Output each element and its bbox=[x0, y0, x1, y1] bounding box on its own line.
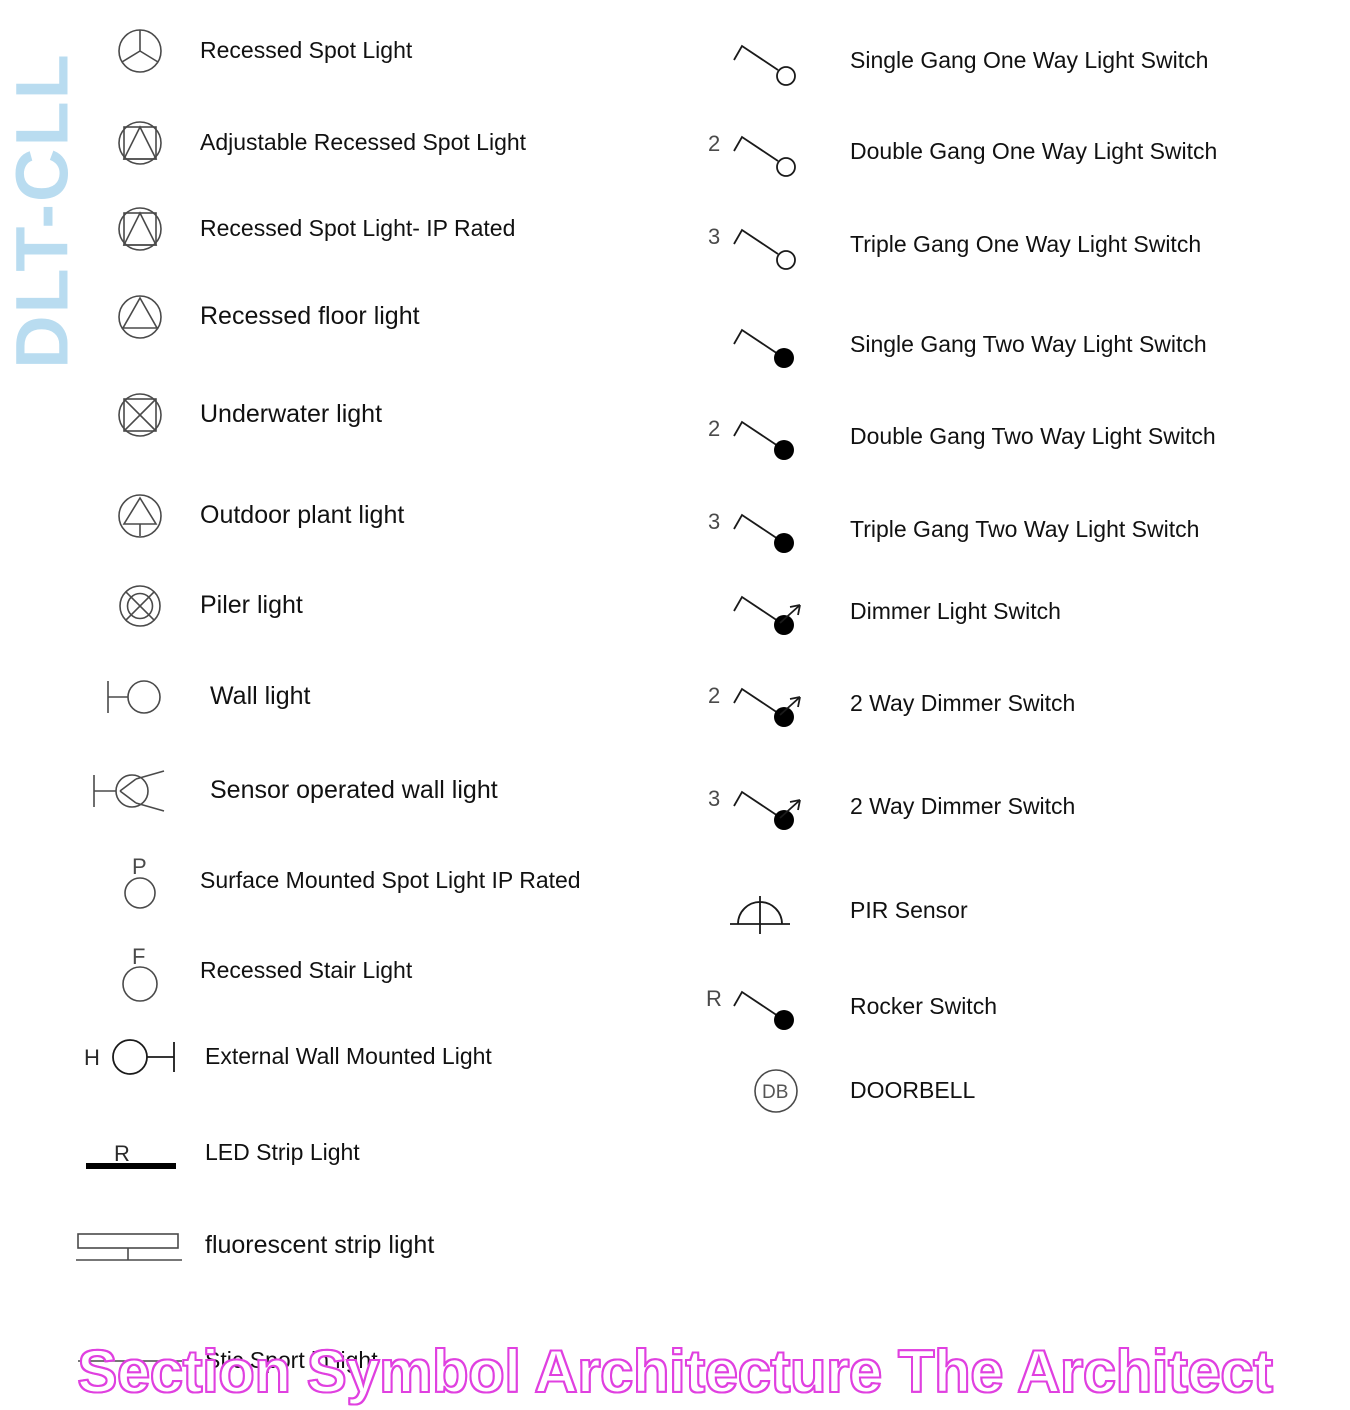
legend-label: LED Strip Light bbox=[205, 1139, 360, 1166]
legend-label: Wall light bbox=[210, 682, 311, 711]
legend-row: Recessed Spot Light bbox=[80, 2, 412, 100]
legend-label: Surface Mounted Spot Light IP Rated bbox=[200, 867, 581, 894]
pir-dome-icon bbox=[700, 862, 850, 960]
symbol-letter: H bbox=[84, 1045, 100, 1070]
switch-gang-label: 3 bbox=[708, 786, 720, 811]
legend-label: PIR Sensor bbox=[850, 897, 968, 924]
legend-label: Adjustable Recessed Spot Light bbox=[200, 129, 527, 156]
switch-gang-label: R bbox=[706, 986, 722, 1011]
thick-bar-r-icon: R bbox=[55, 1104, 205, 1202]
obscured-legend-row: Stic Sport in light bbox=[0, 1330, 378, 1390]
wall-bracket-circle-icon bbox=[60, 648, 210, 746]
legend-label: Double Gang One Way Light Switch bbox=[850, 138, 1218, 165]
legend-label: Single Gang One Way Light Switch bbox=[850, 47, 1209, 74]
switch-gang-label: 3 bbox=[708, 224, 720, 249]
legend-row: 3 2 Way Dimmer Switch bbox=[700, 758, 1075, 856]
legend-row: F Recessed Stair Light bbox=[80, 922, 412, 1020]
legend-row: 2 Double Gang One Way Light Switch bbox=[700, 103, 1217, 201]
legend-row: Sensor operated wall light bbox=[60, 742, 498, 840]
switch-gang-label: 2 bbox=[708, 416, 720, 441]
circle-cross-inner-circle-icon bbox=[80, 557, 200, 655]
switch-dimmer-icon bbox=[700, 563, 850, 661]
legend-label: Piler light bbox=[200, 591, 303, 620]
symbols-legend-page: DLT-CLL Recessed Spot Light Adjustable R… bbox=[0, 0, 1350, 1410]
legend-label: Underwater light bbox=[200, 400, 383, 429]
legend-label: 2 Way Dimmer Switch bbox=[850, 793, 1076, 820]
legend-row: Recessed Spot Light- IP Rated bbox=[80, 180, 515, 278]
wall-bracket-sensor-icon bbox=[60, 742, 210, 840]
legend-row: Piler light bbox=[80, 557, 303, 655]
legend-row: DB DOORBELL bbox=[700, 1042, 975, 1140]
legend-row: 2 2 Way Dimmer Switch bbox=[700, 655, 1075, 753]
symbol-letter: F bbox=[132, 944, 145, 969]
obscured-strip-icon bbox=[55, 1311, 205, 1409]
legend-label: Recessed Stair Light bbox=[200, 957, 413, 984]
legend-row: 2 Double Gang Two Way Light Switch bbox=[700, 388, 1216, 486]
switch-open-icon: 2 bbox=[700, 103, 850, 201]
legend-label: Double Gang Two Way Light Switch bbox=[850, 423, 1216, 450]
circle-square-triangle-icon bbox=[80, 180, 200, 278]
h-circle-bar-icon: H bbox=[55, 1008, 205, 1106]
legend-label: Recessed floor light bbox=[200, 302, 420, 331]
legend-row: Outdoor plant light bbox=[80, 467, 404, 565]
doorbell-inner-label: DB bbox=[762, 1082, 788, 1103]
circle-triangle-icon bbox=[80, 268, 200, 366]
circle-square-triangle-icon bbox=[80, 94, 200, 192]
legend-label: DOORBELL bbox=[850, 1077, 976, 1104]
letter-f-circle-icon: F bbox=[80, 922, 200, 1020]
switch-open-icon bbox=[700, 12, 850, 110]
doorbell-db-icon: DB bbox=[700, 1042, 850, 1140]
switch-dimmer-icon: 3 bbox=[700, 758, 850, 856]
switch-gang-label: 2 bbox=[708, 683, 720, 708]
legend-label: Triple Gang Two Way Light Switch bbox=[850, 516, 1200, 543]
switch-gang-label: 2 bbox=[708, 131, 720, 156]
legend-label: Recessed Spot Light- IP Rated bbox=[200, 215, 516, 242]
legend-row: Recessed floor light bbox=[80, 268, 420, 366]
legend-label: Triple Gang One Way Light Switch bbox=[850, 231, 1202, 258]
legend-row: Adjustable Recessed Spot Light bbox=[80, 94, 526, 192]
circle-three-spoke-icon bbox=[80, 2, 200, 100]
fluorescent-strip-icon bbox=[55, 1197, 205, 1295]
legend-label: fluorescent strip light bbox=[205, 1231, 435, 1260]
switch-filled-icon bbox=[700, 296, 850, 394]
legend-row: Underwater light bbox=[80, 366, 382, 464]
circle-triangle-stem-icon bbox=[80, 467, 200, 565]
legend-row: 3 Triple Gang One Way Light Switch bbox=[700, 196, 1201, 294]
legend-label: Dimmer Light Switch bbox=[850, 598, 1061, 625]
switch-dimmer-icon: 2 bbox=[700, 655, 850, 753]
switch-open-icon: 3 bbox=[700, 196, 850, 294]
legend-row: Wall light bbox=[60, 648, 311, 746]
legend-label: External Wall Mounted Light bbox=[205, 1043, 492, 1070]
letter-p-circle-icon: P bbox=[80, 832, 200, 930]
legend-label: Recessed Spot Light bbox=[200, 37, 413, 64]
legend-row: fluorescent strip light bbox=[55, 1197, 434, 1295]
legend-row: Single Gang Two Way Light Switch bbox=[700, 296, 1207, 394]
symbol-letter: P bbox=[132, 854, 147, 879]
obscured-legend-label: Stic Sport in light bbox=[205, 1346, 378, 1373]
legend-row: PIR Sensor bbox=[700, 862, 968, 960]
legend-row: R LED Strip Light bbox=[55, 1104, 360, 1202]
symbol-letter: R bbox=[114, 1141, 130, 1166]
legend-row: Single Gang One Way Light Switch bbox=[700, 12, 1208, 110]
legend-label: Sensor operated wall light bbox=[210, 776, 498, 805]
circle-square-cross-icon bbox=[80, 366, 200, 464]
legend-row: Dimmer Light Switch bbox=[700, 563, 1061, 661]
legend-label: 2 Way Dimmer Switch bbox=[850, 690, 1076, 717]
legend-row: P Surface Mounted Spot Light IP Rated bbox=[80, 832, 581, 930]
switch-filled-icon: 2 bbox=[700, 388, 850, 486]
switch-gang-label: 3 bbox=[708, 509, 720, 534]
side-watermark: DLT-CLL bbox=[0, 52, 84, 369]
legend-label: Rocker Switch bbox=[850, 993, 997, 1020]
legend-label: Outdoor plant light bbox=[200, 501, 405, 530]
legend-row: H External Wall Mounted Light bbox=[55, 1008, 492, 1106]
legend-label: Single Gang Two Way Light Switch bbox=[850, 331, 1207, 358]
